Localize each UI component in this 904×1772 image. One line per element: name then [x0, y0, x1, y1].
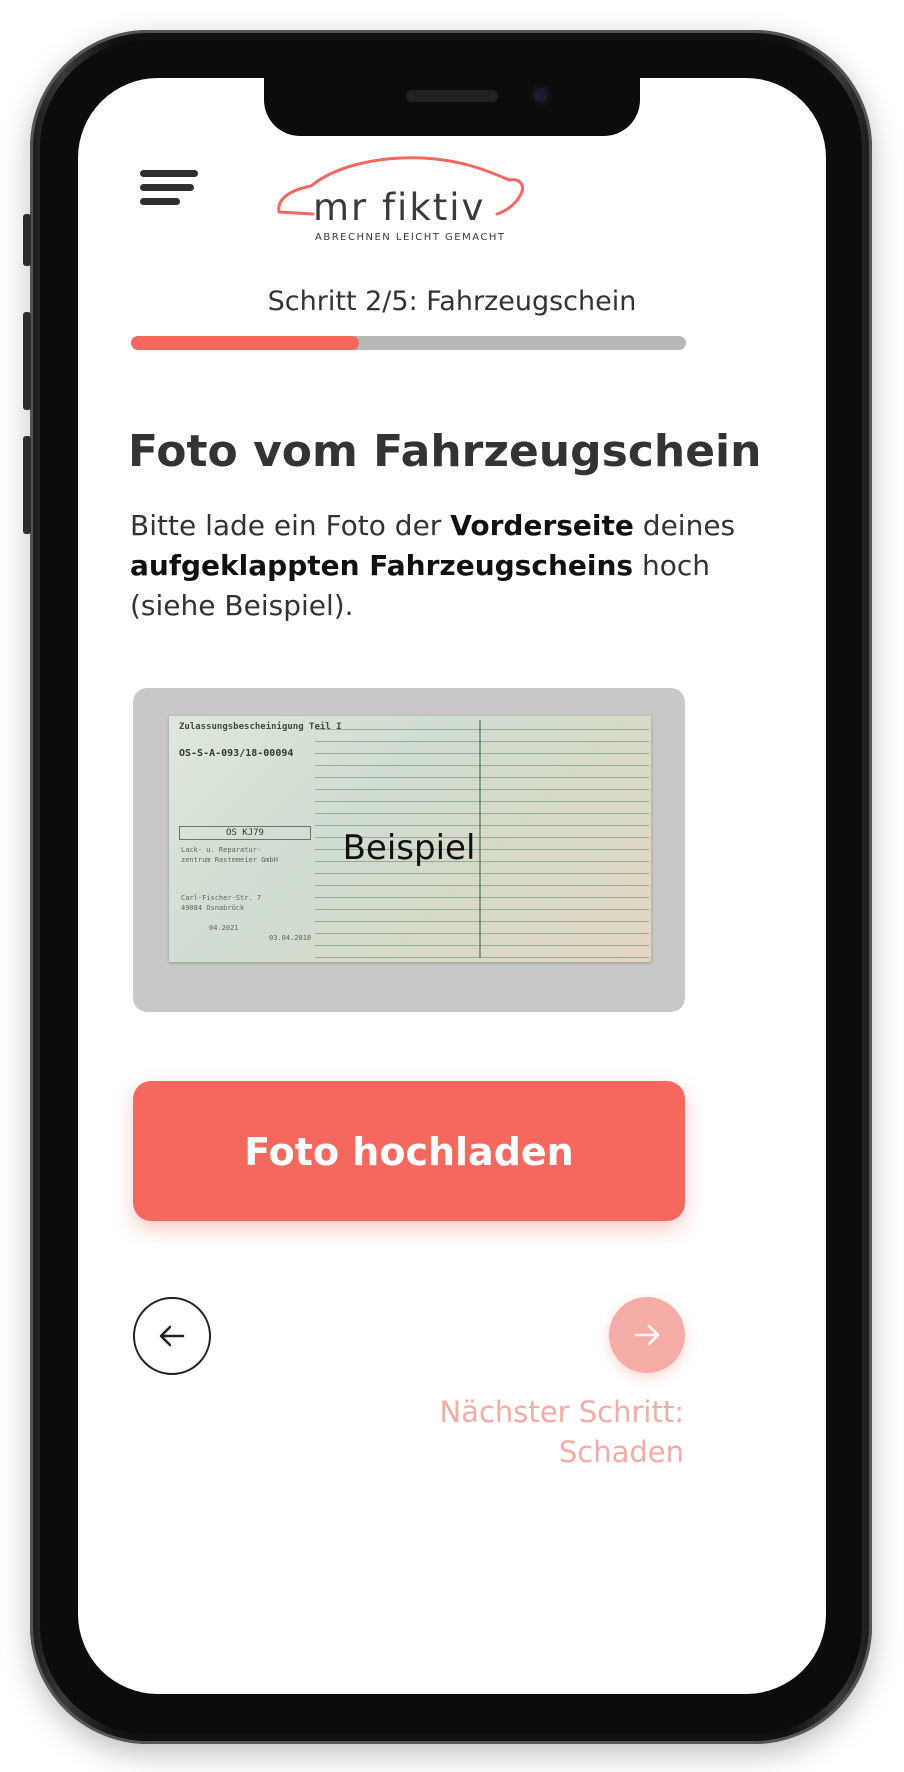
hamburger-menu-icon[interactable] — [140, 170, 206, 216]
upload-photo-button[interactable]: Foto hochladen — [133, 1081, 685, 1221]
doc-line-4: 49084 Osnabrück — [181, 904, 245, 912]
phone-volume-down — [23, 436, 31, 534]
phone-side-button — [23, 214, 31, 266]
next-step-label[interactable]: Nächster Schritt: Schaden — [440, 1392, 684, 1472]
example-label: Beispiel — [342, 828, 476, 868]
next-button[interactable] — [609, 1297, 685, 1373]
step-label: Schritt 2/5: Fahrzeugschein — [267, 286, 637, 317]
arrow-right-icon — [634, 1324, 660, 1346]
front-camera — [530, 84, 552, 106]
phone-volume-up — [23, 312, 31, 410]
page-title: Foto vom Fahrzeugschein — [128, 426, 762, 477]
logo-tagline: ABRECHNEN LEICHT GEMACHT — [315, 232, 506, 243]
logo-text: mr fiktiv — [313, 186, 486, 229]
example-image: Zulassungsbescheinigung Teil I OS-S-A-09… — [133, 688, 685, 1012]
doc-date-2: 03.04.2018 — [269, 934, 312, 942]
phone-notch — [264, 78, 640, 136]
description-bold-2: aufgeklappten Fahrzeugscheins — [130, 549, 634, 582]
description-text: Bitte lade ein Foto der Vorderseite dein… — [130, 506, 750, 626]
description-part-2: deines — [633, 509, 736, 542]
logo[interactable]: mr fiktiv ABRECHNEN LEICHT GEMACHT — [273, 150, 533, 243]
progress-bar — [131, 336, 686, 350]
progress-bar-fill — [131, 336, 359, 350]
speaker-grille — [406, 90, 498, 102]
description-bold-1: Vorderseite — [450, 509, 634, 542]
app-screen: mr fiktiv ABRECHNEN LEICHT GEMACHT Schri… — [78, 78, 826, 1694]
doc-line-3: Carl-Fischer-Str. 7 — [181, 894, 262, 902]
doc-date-1: 04.2021 — [209, 924, 239, 932]
arrow-left-icon — [159, 1325, 185, 1347]
doc-number: OS-S-A-093/18-00094 — [179, 748, 294, 759]
back-button[interactable] — [133, 1297, 211, 1375]
description-part-1: Bitte lade ein Foto der — [130, 509, 451, 542]
